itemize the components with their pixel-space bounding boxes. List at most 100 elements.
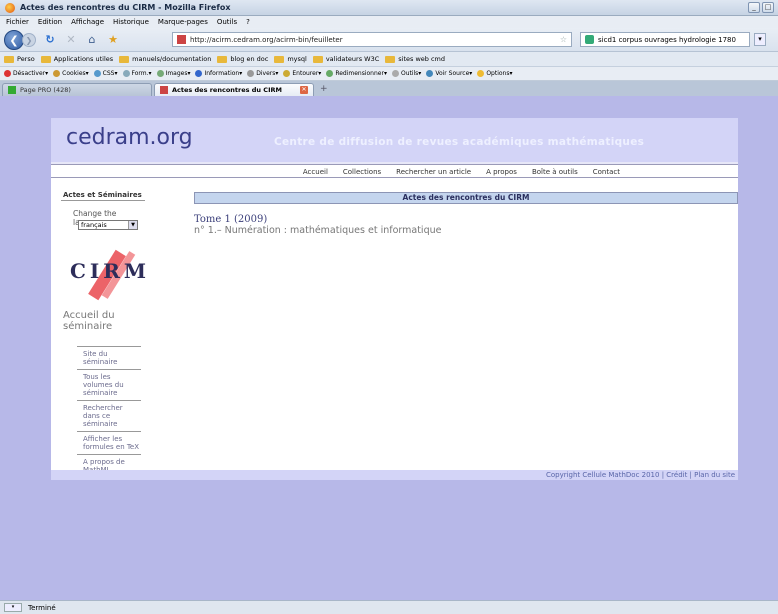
bookmark-sites-web[interactable]: sites web cmd xyxy=(385,55,445,63)
bookmarks-toolbar: Perso Applications utiles manuels/docume… xyxy=(0,52,778,67)
status-bar: ▾ Terminé xyxy=(0,600,778,614)
issue-link[interactable]: n° 1.– Numération : mathématiques et inf… xyxy=(194,225,738,236)
cirm-logo[interactable]: CIRM xyxy=(67,247,146,301)
search-dropdown-icon[interactable]: ▾ xyxy=(754,33,766,46)
star-icon[interactable]: ☆ xyxy=(560,35,567,44)
window-title: Actes des rencontres du CIRM - Mozilla F… xyxy=(20,3,231,12)
dev-form[interactable]: Form.▾ xyxy=(122,70,152,77)
folder-icon xyxy=(40,55,51,63)
nav-rechercher[interactable]: Rechercher un article xyxy=(396,168,471,176)
dev-cookies[interactable]: Cookies▾ xyxy=(53,70,89,77)
menu-marque-pages[interactable]: Marque-pages xyxy=(158,18,208,26)
web-developer-toolbar: Désactiver▾ Cookies▾ CSS▾ Form.▾ Images▾… xyxy=(0,67,778,81)
dev-divers[interactable]: Divers▾ xyxy=(247,70,278,77)
status-dropdown-icon[interactable]: ▾ xyxy=(4,603,22,612)
info-icon xyxy=(195,70,203,77)
form-icon xyxy=(122,70,130,77)
dev-css[interactable]: CSS▾ xyxy=(93,70,118,77)
menu-fichier[interactable]: Fichier xyxy=(6,18,29,26)
sidebar-links: Site du séminaire Tous les volumes du sé… xyxy=(77,346,141,477)
folder-icon xyxy=(119,55,130,63)
tab-favicon xyxy=(160,86,168,94)
bookmark-icon[interactable]: ★ xyxy=(106,33,120,47)
dev-images[interactable]: Images▾ xyxy=(156,70,190,77)
tab-page-pro[interactable]: Page PRO (428) xyxy=(2,83,152,96)
sidebar: Actes et Séminaires Change the language … xyxy=(51,179,153,474)
menu-outils[interactable]: Outils xyxy=(217,18,237,26)
sidebar-link-search[interactable]: Rechercher dans ce séminaire xyxy=(77,400,141,431)
nav-boite-outils[interactable]: Boîte à outils xyxy=(532,168,578,176)
folder-icon xyxy=(4,55,14,63)
bookmark-validateurs[interactable]: validateurs W3C xyxy=(312,55,379,63)
dev-voir-source[interactable]: Voir Source▾ xyxy=(426,70,472,77)
search-text: sicd1 corpus ouvrages hydrologie 1780 xyxy=(598,35,736,44)
image-icon xyxy=(156,70,164,77)
nav-a-propos[interactable]: A propos xyxy=(486,168,517,176)
disable-icon xyxy=(4,70,11,77)
nav-contact[interactable]: Contact xyxy=(593,168,620,176)
close-tab-icon[interactable]: ✕ xyxy=(300,86,308,94)
sidebar-link-tex[interactable]: Afficher les formules en TeX xyxy=(77,431,141,454)
menu-bar: Fichier Edition Affichage Historique Mar… xyxy=(0,16,778,28)
home-seminar-link[interactable]: Accueil du séminaire xyxy=(63,310,153,332)
nav-divider xyxy=(51,162,738,165)
reload-icon[interactable]: ↻ xyxy=(43,33,57,47)
main-header: Actes des rencontres du CIRM xyxy=(194,192,738,204)
options-icon xyxy=(477,70,485,77)
stop-icon[interactable]: ✕ xyxy=(64,33,78,47)
source-icon xyxy=(426,70,434,77)
nav-bottom-rule xyxy=(51,177,738,178)
menu-historique[interactable]: Historique xyxy=(113,18,149,26)
search-engine-icon[interactable] xyxy=(585,35,594,44)
minimize-button[interactable]: _ xyxy=(748,2,760,13)
site-footer[interactable]: Copyright Cellule MathDoc 2010 | Crédit … xyxy=(51,470,738,480)
dev-entourer[interactable]: Entourer▾ xyxy=(283,70,321,77)
volume-title: Tome 1 (2009) xyxy=(194,214,268,225)
url-text: http://acirm.cedram.org/acirm-bin/feuill… xyxy=(190,35,343,44)
dev-information[interactable]: Information▾ xyxy=(195,70,242,77)
bookmark-perso[interactable]: Perso xyxy=(4,55,35,63)
page-container: cedram.org Centre de diffusion de revues… xyxy=(51,118,738,480)
status-text: Terminé xyxy=(28,603,56,612)
bookmark-applications[interactable]: Applications utiles xyxy=(40,55,113,63)
dev-desactiver[interactable]: Désactiver▾ xyxy=(4,70,48,77)
tools-icon xyxy=(391,70,399,77)
folder-icon xyxy=(217,55,228,63)
forward-button[interactable]: ❯ xyxy=(22,32,36,47)
bookmark-mysql[interactable]: mysql xyxy=(274,55,307,63)
dev-outils[interactable]: Outils▾ xyxy=(391,70,421,77)
misc-icon xyxy=(247,70,255,77)
main-content: Actes des rencontres du CIRM Tome 1 (200… xyxy=(194,192,738,236)
cookie-icon xyxy=(53,70,61,77)
back-button[interactable]: ❮ xyxy=(4,29,24,50)
navigation-toolbar: ❮ ❯ ↻ ✕ ⌂ ★ http://acirm.cedram.org/acir… xyxy=(0,28,778,52)
site-banner: cedram.org Centre de diffusion de revues… xyxy=(51,118,738,162)
sidebar-link-volumes[interactable]: Tous les volumes du séminaire xyxy=(77,369,141,400)
page-viewport: cedram.org Centre de diffusion de revues… xyxy=(0,96,778,600)
new-tab-icon[interactable]: + xyxy=(320,84,328,94)
nav-collections[interactable]: Collections xyxy=(343,168,381,176)
tab-actes-cirm[interactable]: Actes des rencontres du CIRM ✕ xyxy=(154,83,314,96)
sidebar-link-site[interactable]: Site du séminaire xyxy=(77,346,141,369)
folder-icon xyxy=(312,55,323,63)
bookmark-blog[interactable]: blog en doc xyxy=(217,55,268,63)
language-select[interactable]: français ▼ xyxy=(78,220,138,230)
bookmark-manuels[interactable]: manuels/documentation xyxy=(119,55,211,63)
site-tagline: Centre de diffusion de revues académique… xyxy=(274,136,645,148)
site-logo[interactable]: cedram.org xyxy=(66,125,193,150)
window-title-bar: Actes des rencontres du CIRM - Mozilla F… xyxy=(0,0,778,16)
nav-accueil[interactable]: Accueil xyxy=(303,168,328,176)
dev-redimensionner[interactable]: Redimensionner▾ xyxy=(326,70,387,77)
site-navigation: Accueil Collections Rechercher un articl… xyxy=(51,166,738,177)
home-icon[interactable]: ⌂ xyxy=(85,33,99,47)
folder-icon xyxy=(274,55,285,63)
menu-help[interactable]: ? xyxy=(246,18,250,26)
chevron-down-icon[interactable]: ▼ xyxy=(128,221,137,229)
url-bar[interactable]: http://acirm.cedram.org/acirm-bin/feuill… xyxy=(172,32,572,47)
cirm-logo-text: CIRM xyxy=(70,259,151,283)
menu-affichage[interactable]: Affichage xyxy=(71,18,104,26)
dev-options[interactable]: Options▾ xyxy=(477,70,512,77)
menu-edition[interactable]: Edition xyxy=(38,18,62,26)
maximize-button[interactable]: □ xyxy=(762,2,774,13)
search-input[interactable]: sicd1 corpus ouvrages hydrologie 1780 xyxy=(580,32,750,47)
